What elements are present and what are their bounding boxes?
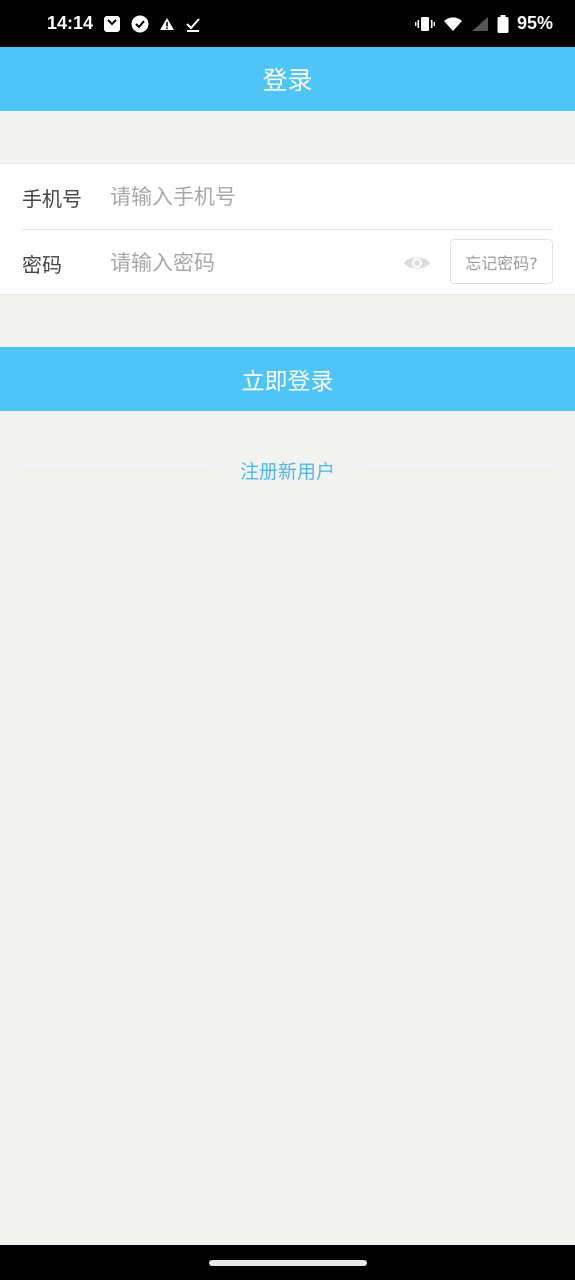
forgot-password-button[interactable]: 忘记密码?	[450, 239, 553, 284]
battery-icon	[497, 14, 509, 33]
phone-row: 手机号	[0, 164, 575, 230]
vibrate-icon	[414, 16, 435, 32]
page-title: 登录	[262, 66, 313, 95]
eye-icon[interactable]	[402, 252, 432, 274]
status-left: 14:14	[47, 13, 201, 34]
phone-input[interactable]	[110, 185, 390, 209]
register-section: 注册新用户	[22, 452, 553, 488]
login-form: 手机号 密码 忘记密码?	[0, 163, 575, 295]
login-button[interactable]: 立即登录	[0, 347, 575, 411]
calendar-icon	[103, 15, 121, 33]
app-header: 登录	[0, 47, 575, 111]
home-gesture-handle[interactable]	[208, 1259, 367, 1266]
download-done-icon	[185, 16, 201, 32]
register-link[interactable]: 注册新用户	[227, 456, 347, 484]
signal-icon	[471, 16, 489, 32]
status-right: 95%	[414, 13, 553, 34]
divider-left	[22, 470, 212, 471]
status-bar: 14:14 95%	[0, 0, 575, 47]
wifi-icon	[443, 16, 463, 32]
password-row: 密码 忘记密码?	[0, 230, 575, 296]
navigation-bar	[0, 1245, 575, 1280]
password-label: 密码	[22, 252, 62, 277]
check-circle-icon	[131, 15, 149, 33]
warning-icon	[159, 16, 175, 32]
divider-right	[363, 470, 553, 471]
password-input[interactable]	[110, 251, 390, 275]
battery-percent: 95%	[516, 13, 553, 33]
status-time: 14:14	[47, 13, 94, 33]
phone-label: 手机号	[22, 186, 82, 211]
